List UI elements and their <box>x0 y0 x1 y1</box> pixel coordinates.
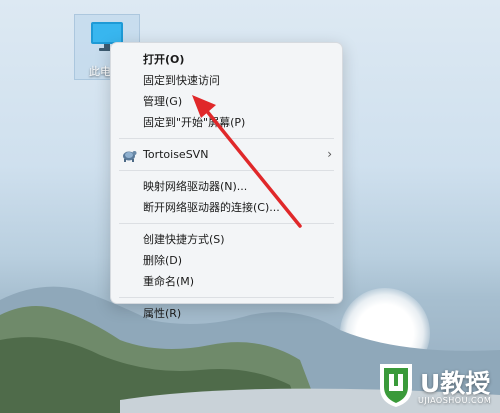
menu-item-pin-quick-access[interactable]: 固定到快速访问 <box>111 70 342 91</box>
menu-item-create-shortcut[interactable]: 创建快捷方式(S) <box>111 229 342 250</box>
menu-item-open[interactable]: 打开(O) <box>111 49 342 70</box>
menu-separator <box>119 223 334 224</box>
menu-item-rename[interactable]: 重命名(M) <box>111 271 342 292</box>
tortoisesvn-icon <box>123 151 137 162</box>
menu-item-tortoisesvn[interactable]: TortoiseSVN › <box>111 144 342 165</box>
menu-item-disconnect-network-drive[interactable]: 断开网络驱动器的连接(C)... <box>111 197 342 218</box>
brand-site: UJIAOSHOU.COM <box>418 396 492 405</box>
menu-item-properties[interactable]: 属性(R) <box>111 303 342 324</box>
menu-item-delete[interactable]: 删除(D) <box>111 250 342 271</box>
menu-item-manage[interactable]: 管理(G) <box>111 91 342 112</box>
shield-logo-icon <box>380 364 412 407</box>
tortoisesvn-label: TortoiseSVN <box>143 148 209 161</box>
brand-name: U教授 <box>420 369 491 398</box>
context-menu: 打开(O) 固定到快速访问 管理(G) 固定到"开始"屏幕(P) Tortois… <box>110 42 343 320</box>
menu-separator <box>119 138 334 139</box>
menu-separator <box>119 170 334 171</box>
chevron-right-icon: › <box>327 147 332 161</box>
menu-item-map-network-drive[interactable]: 映射网络驱动器(N)... <box>111 176 342 197</box>
menu-separator <box>119 297 334 298</box>
menu-item-pin-start[interactable]: 固定到"开始"屏幕(P) <box>111 112 342 133</box>
